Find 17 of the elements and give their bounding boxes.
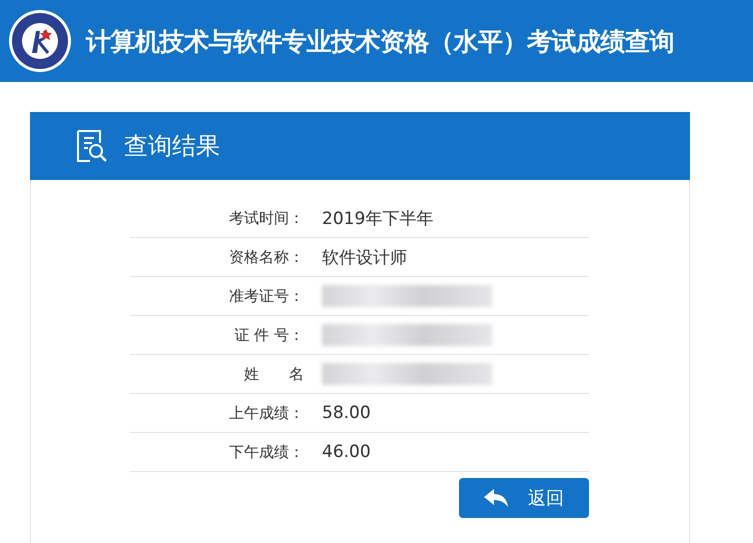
reply-arrow-icon: [484, 488, 508, 508]
field-value: 58.00: [322, 403, 371, 423]
field-label: 证 件 号：: [233, 326, 305, 344]
card-title: 查询结果: [124, 131, 220, 162]
field-value: 46.00: [322, 442, 371, 462]
page-title: 计算机技术与软件专业技术资格（水平）考试成绩查询: [86, 26, 674, 58]
back-button[interactable]: 返回: [459, 478, 589, 518]
field-label: 资格名称：: [228, 248, 305, 266]
field-value: 2019年下半年: [322, 208, 434, 230]
field-value: 软件设计师: [322, 246, 407, 268]
field-label: 姓 名: [243, 364, 305, 384]
field-label: 考试时间：: [228, 208, 305, 228]
document-search-icon: [76, 129, 108, 163]
field-label: 准考证号：: [228, 286, 305, 306]
field-label: 下午成绩：: [228, 442, 305, 462]
logo-icon: [8, 9, 72, 73]
field-label: 上午成绩：: [228, 404, 305, 422]
